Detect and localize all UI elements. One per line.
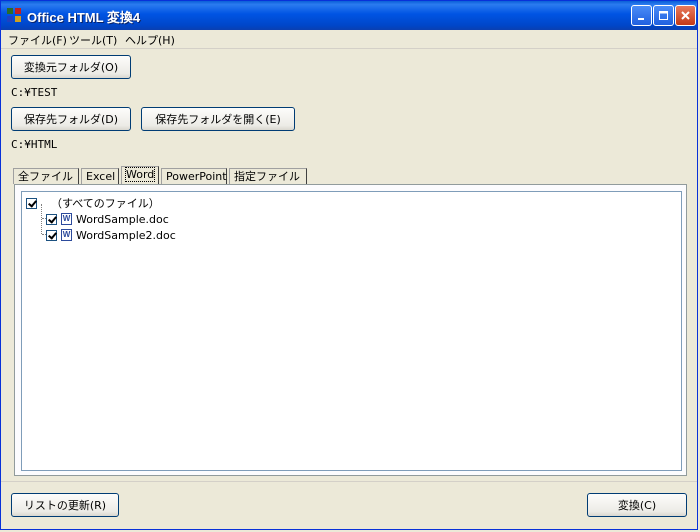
footer-divider (1, 481, 697, 482)
file-tree[interactable]: （すべてのファイル） W WordSample.doc W WordSample… (21, 191, 682, 471)
tab-powerpoint[interactable]: PowerPoint (161, 168, 227, 184)
tab-excel[interactable]: Excel (81, 168, 119, 184)
tab-all-files[interactable]: 全ファイル (13, 168, 79, 184)
tab-label: PowerPoint (166, 170, 227, 183)
tree-root[interactable]: （すべてのファイル） (26, 196, 160, 210)
word-doc-icon: W (61, 213, 72, 225)
tree-item[interactable]: W WordSample2.doc (46, 228, 176, 242)
title-bar[interactable]: Office HTML 変換4 (1, 1, 697, 30)
open-dest-folder-button[interactable]: 保存先フォルダを開く(E) (141, 107, 295, 131)
tree-item[interactable]: W WordSample.doc (46, 212, 169, 226)
tab-label: Word (124, 167, 156, 182)
checkbox-file[interactable] (46, 229, 57, 241)
checkbox-file[interactable] (46, 213, 57, 225)
maximize-icon (659, 11, 668, 20)
close-button[interactable] (675, 5, 696, 26)
menu-tools[interactable]: ツール(T) (69, 32, 117, 48)
minimize-button[interactable] (631, 5, 652, 26)
tab-word[interactable]: Word (121, 166, 159, 185)
dest-folder-button[interactable]: 保存先フォルダ(D) (11, 107, 131, 131)
tab-label: 指定ファイル (234, 170, 300, 183)
refresh-list-button[interactable]: リストの更新(R) (11, 493, 119, 517)
menu-file[interactable]: ファイル(F) (8, 32, 67, 48)
file-name: WordSample2.doc (76, 228, 176, 242)
source-path: C:¥TEST (11, 86, 58, 99)
source-folder-button[interactable]: 変換元フォルダ(O) (11, 55, 131, 79)
file-name: WordSample.doc (76, 212, 169, 226)
close-icon (681, 11, 690, 20)
checkbox-all-files[interactable] (26, 197, 37, 209)
menu-help[interactable]: ヘルプ(H) (125, 32, 175, 48)
app-icon (7, 8, 21, 22)
tab-specified-files[interactable]: 指定ファイル (229, 168, 307, 184)
tree-root-label: （すべてのファイル） (51, 197, 160, 210)
minimize-icon (638, 18, 644, 20)
tab-label: 全ファイル (18, 170, 73, 183)
tab-panel: （すべてのファイル） W WordSample.doc W WordSample… (14, 184, 687, 476)
maximize-button[interactable] (653, 5, 674, 26)
window-title: Office HTML 変換4 (27, 10, 141, 25)
app-window: Office HTML 変換4 ファイル(F) ツール(T) ヘルプ(H) 変換… (0, 0, 698, 530)
word-doc-icon: W (61, 229, 72, 241)
convert-button[interactable]: 変換(C) (587, 493, 687, 517)
menu-bar: ファイル(F) ツール(T) ヘルプ(H) (1, 30, 697, 49)
dest-path: C:¥HTML (11, 138, 58, 151)
tab-label: Excel (86, 170, 116, 183)
